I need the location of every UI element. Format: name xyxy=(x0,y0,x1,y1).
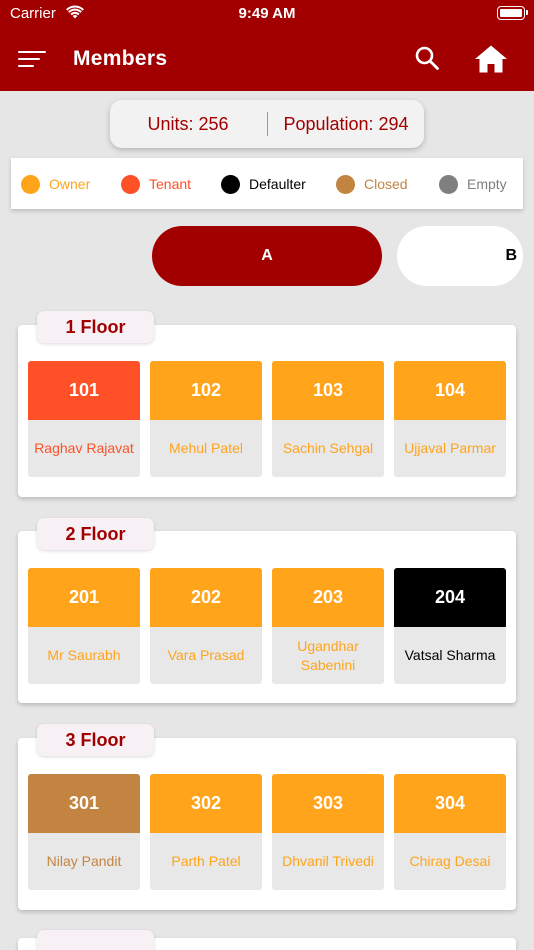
unit-number: 302 xyxy=(150,774,262,833)
legend-label: Empty xyxy=(467,176,507,192)
status-time: 9:49 AM xyxy=(238,5,296,22)
unit-number: 201 xyxy=(28,568,140,627)
closed-dot-icon xyxy=(336,174,355,194)
unit-301[interactable]: 301 Nilay Pandit xyxy=(28,774,140,890)
unit-number: 103 xyxy=(272,361,384,420)
unit-member-name: Mr Saurabh xyxy=(47,647,121,663)
unit-101[interactable]: 101 Raghav Rajavat xyxy=(28,361,140,477)
unit-number: 101 xyxy=(28,361,140,420)
floor-label-2: 2 Floor xyxy=(37,518,154,550)
unit-number: 102 xyxy=(150,361,262,420)
owner-dot-icon xyxy=(21,174,40,194)
unit-104[interactable]: 104 Ujjaval Parmar xyxy=(394,361,506,477)
unit-member-name: Raghav Rajavat xyxy=(34,440,134,456)
legend-item-tenant: Tenant xyxy=(121,174,191,194)
unit-number: 104 xyxy=(394,361,506,420)
units-count: Units: 256 xyxy=(147,114,229,134)
unit-member-name: Nilay Pandit xyxy=(46,853,122,869)
legend-item-closed: Closed xyxy=(336,174,408,194)
unit-member-name: Mehul Patel xyxy=(169,440,243,456)
unit-member-name: Vatsal Sharma xyxy=(404,647,496,663)
unit-103[interactable]: 103 Sachin Sehgal xyxy=(272,361,384,477)
unit-303[interactable]: 303 Dhvanil Trivedi xyxy=(272,774,384,890)
floor-card-3: 301 Nilay Pandit 302 Parth Patel 303 Dhv… xyxy=(18,738,516,910)
defaulter-dot-icon xyxy=(221,174,240,194)
page-title: Members xyxy=(73,47,168,70)
tenant-dot-icon xyxy=(121,174,140,194)
unit-number: 303 xyxy=(272,774,384,833)
unit-member-name: Parth Patel xyxy=(171,853,241,869)
floor-label-3: 3 Floor xyxy=(37,724,154,756)
unit-member-name: Vara Prasad xyxy=(167,647,245,663)
empty-dot-icon xyxy=(439,174,458,194)
battery-icon xyxy=(497,6,528,20)
unit-member-name: Dhvanil Trivedi xyxy=(282,853,374,869)
unit-member-name: Chirag Desai xyxy=(409,853,491,869)
unit-member-name: Ujjaval Parmar xyxy=(404,440,496,456)
unit-203[interactable]: 203 Ugandhar Sabenini xyxy=(272,568,384,684)
unit-202[interactable]: 202 Vara Prasad xyxy=(150,568,262,684)
legend-item-empty: Empty xyxy=(439,174,507,194)
summary-card: Units: 256 Population: 294 xyxy=(110,100,424,148)
floor-label-1: 1 Floor xyxy=(37,311,154,343)
floor-label-partial xyxy=(37,930,154,950)
unit-number: 204 xyxy=(394,568,506,627)
hamburger-menu-icon[interactable] xyxy=(18,49,46,69)
unit-102[interactable]: 102 Mehul Patel xyxy=(150,361,262,477)
unit-201[interactable]: 201 Mr Saurabh xyxy=(28,568,140,684)
unit-number: 304 xyxy=(394,774,506,833)
legend-label: Defaulter xyxy=(249,176,306,192)
unit-number: 203 xyxy=(272,568,384,627)
legend-item-defaulter: Defaulter xyxy=(221,174,306,194)
floor-card-1: 101 Raghav Rajavat 102 Mehul Patel 103 S… xyxy=(18,325,516,497)
unit-302[interactable]: 302 Parth Patel xyxy=(150,774,262,890)
population-count: Population: 294 xyxy=(283,114,409,134)
unit-204[interactable]: 204 Vatsal Sharma xyxy=(394,568,506,684)
floor-card-2: 201 Mr Saurabh 202 Vara Prasad 203 Ugand… xyxy=(18,531,516,703)
legend-label: Closed xyxy=(364,176,408,192)
search-icon[interactable] xyxy=(414,45,440,71)
status-legend: Owner Tenant Defaulter Closed Empty xyxy=(11,158,523,209)
legend-item-owner: Owner xyxy=(21,174,90,194)
status-bar: Carrier 9:49 AM xyxy=(0,0,534,27)
unit-member-name: Sachin Sehgal xyxy=(282,440,374,456)
home-icon[interactable] xyxy=(474,44,508,74)
block-tab-a[interactable]: A xyxy=(152,226,382,286)
block-tab-b[interactable]: B xyxy=(397,226,523,286)
legend-label: Owner xyxy=(49,176,91,192)
unit-number: 202 xyxy=(150,568,262,627)
unit-304[interactable]: 304 Chirag Desai xyxy=(394,774,506,890)
unit-member-name: Ugandhar Sabenini xyxy=(297,637,359,673)
app-header: Members xyxy=(0,27,534,91)
legend-label: Tenant xyxy=(149,176,192,192)
unit-number: 301 xyxy=(28,774,140,833)
